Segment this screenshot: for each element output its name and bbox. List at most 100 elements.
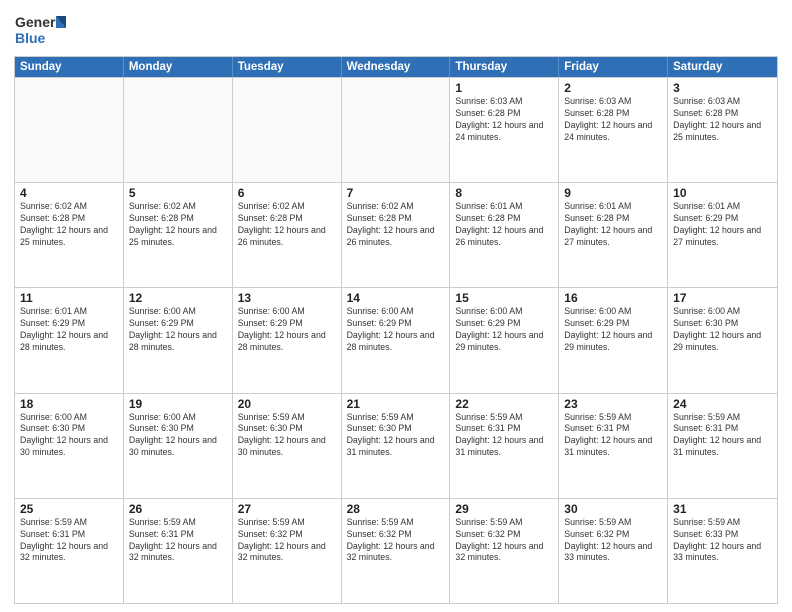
day-number: 13 <box>238 291 336 305</box>
day-number: 25 <box>20 502 118 516</box>
day-number: 19 <box>129 397 227 411</box>
calendar-cell: 3Sunrise: 6:03 AM Sunset: 6:28 PM Daylig… <box>668 78 777 182</box>
page: GeneralBlue SundayMondayTuesdayWednesday… <box>0 0 792 612</box>
calendar-cell: 23Sunrise: 5:59 AM Sunset: 6:31 PM Dayli… <box>559 394 668 498</box>
day-number: 8 <box>455 186 553 200</box>
day-detail: Sunrise: 6:02 AM Sunset: 6:28 PM Dayligh… <box>238 201 336 249</box>
day-detail: Sunrise: 6:03 AM Sunset: 6:28 PM Dayligh… <box>564 96 662 144</box>
day-number: 27 <box>238 502 336 516</box>
day-number: 10 <box>673 186 772 200</box>
calendar-cell: 31Sunrise: 5:59 AM Sunset: 6:33 PM Dayli… <box>668 499 777 603</box>
calendar-cell: 11Sunrise: 6:01 AM Sunset: 6:29 PM Dayli… <box>15 288 124 392</box>
day-detail: Sunrise: 5:59 AM Sunset: 6:30 PM Dayligh… <box>347 412 445 460</box>
day-detail: Sunrise: 5:59 AM Sunset: 6:31 PM Dayligh… <box>564 412 662 460</box>
calendar-cell: 10Sunrise: 6:01 AM Sunset: 6:29 PM Dayli… <box>668 183 777 287</box>
day-number: 21 <box>347 397 445 411</box>
day-detail: Sunrise: 5:59 AM Sunset: 6:32 PM Dayligh… <box>238 517 336 565</box>
week-row-5: 25Sunrise: 5:59 AM Sunset: 6:31 PM Dayli… <box>15 498 777 603</box>
week-row-2: 4Sunrise: 6:02 AM Sunset: 6:28 PM Daylig… <box>15 182 777 287</box>
day-detail: Sunrise: 6:02 AM Sunset: 6:28 PM Dayligh… <box>347 201 445 249</box>
day-number: 31 <box>673 502 772 516</box>
calendar-cell: 18Sunrise: 6:00 AM Sunset: 6:30 PM Dayli… <box>15 394 124 498</box>
header-cell-tuesday: Tuesday <box>233 57 342 77</box>
header-cell-thursday: Thursday <box>450 57 559 77</box>
day-detail: Sunrise: 6:00 AM Sunset: 6:29 PM Dayligh… <box>238 306 336 354</box>
day-detail: Sunrise: 6:00 AM Sunset: 6:29 PM Dayligh… <box>129 306 227 354</box>
calendar-body: 1Sunrise: 6:03 AM Sunset: 6:28 PM Daylig… <box>15 77 777 603</box>
day-detail: Sunrise: 6:03 AM Sunset: 6:28 PM Dayligh… <box>673 96 772 144</box>
day-number: 7 <box>347 186 445 200</box>
day-number: 9 <box>564 186 662 200</box>
day-detail: Sunrise: 5:59 AM Sunset: 6:32 PM Dayligh… <box>455 517 553 565</box>
calendar-cell <box>15 78 124 182</box>
day-detail: Sunrise: 6:00 AM Sunset: 6:29 PM Dayligh… <box>347 306 445 354</box>
day-detail: Sunrise: 5:59 AM Sunset: 6:30 PM Dayligh… <box>238 412 336 460</box>
calendar-cell: 22Sunrise: 5:59 AM Sunset: 6:31 PM Dayli… <box>450 394 559 498</box>
day-number: 5 <box>129 186 227 200</box>
header: GeneralBlue <box>14 10 778 50</box>
day-detail: Sunrise: 6:00 AM Sunset: 6:30 PM Dayligh… <box>20 412 118 460</box>
calendar-header: SundayMondayTuesdayWednesdayThursdayFrid… <box>15 57 777 77</box>
calendar-cell: 9Sunrise: 6:01 AM Sunset: 6:28 PM Daylig… <box>559 183 668 287</box>
calendar-cell: 6Sunrise: 6:02 AM Sunset: 6:28 PM Daylig… <box>233 183 342 287</box>
calendar-cell: 13Sunrise: 6:00 AM Sunset: 6:29 PM Dayli… <box>233 288 342 392</box>
day-number: 18 <box>20 397 118 411</box>
header-cell-friday: Friday <box>559 57 668 77</box>
header-cell-monday: Monday <box>124 57 233 77</box>
header-cell-wednesday: Wednesday <box>342 57 451 77</box>
day-detail: Sunrise: 6:00 AM Sunset: 6:29 PM Dayligh… <box>564 306 662 354</box>
week-row-4: 18Sunrise: 6:00 AM Sunset: 6:30 PM Dayli… <box>15 393 777 498</box>
calendar-cell: 20Sunrise: 5:59 AM Sunset: 6:30 PM Dayli… <box>233 394 342 498</box>
day-detail: Sunrise: 5:59 AM Sunset: 6:31 PM Dayligh… <box>673 412 772 460</box>
week-row-1: 1Sunrise: 6:03 AM Sunset: 6:28 PM Daylig… <box>15 77 777 182</box>
day-number: 29 <box>455 502 553 516</box>
day-number: 11 <box>20 291 118 305</box>
day-detail: Sunrise: 6:02 AM Sunset: 6:28 PM Dayligh… <box>129 201 227 249</box>
day-number: 4 <box>20 186 118 200</box>
calendar-cell: 8Sunrise: 6:01 AM Sunset: 6:28 PM Daylig… <box>450 183 559 287</box>
day-number: 15 <box>455 291 553 305</box>
svg-text:Blue: Blue <box>15 30 46 46</box>
day-detail: Sunrise: 6:00 AM Sunset: 6:30 PM Dayligh… <box>129 412 227 460</box>
day-detail: Sunrise: 6:01 AM Sunset: 6:28 PM Dayligh… <box>564 201 662 249</box>
calendar-cell: 7Sunrise: 6:02 AM Sunset: 6:28 PM Daylig… <box>342 183 451 287</box>
day-number: 2 <box>564 81 662 95</box>
logo-svg: GeneralBlue <box>14 10 66 50</box>
day-detail: Sunrise: 6:00 AM Sunset: 6:30 PM Dayligh… <box>673 306 772 354</box>
logo: GeneralBlue <box>14 10 66 50</box>
day-number: 17 <box>673 291 772 305</box>
day-detail: Sunrise: 6:00 AM Sunset: 6:29 PM Dayligh… <box>455 306 553 354</box>
day-number: 14 <box>347 291 445 305</box>
day-number: 28 <box>347 502 445 516</box>
day-number: 20 <box>238 397 336 411</box>
day-detail: Sunrise: 6:03 AM Sunset: 6:28 PM Dayligh… <box>455 96 553 144</box>
calendar-cell: 12Sunrise: 6:00 AM Sunset: 6:29 PM Dayli… <box>124 288 233 392</box>
calendar-cell: 29Sunrise: 5:59 AM Sunset: 6:32 PM Dayli… <box>450 499 559 603</box>
calendar-cell: 24Sunrise: 5:59 AM Sunset: 6:31 PM Dayli… <box>668 394 777 498</box>
day-number: 30 <box>564 502 662 516</box>
day-detail: Sunrise: 5:59 AM Sunset: 6:31 PM Dayligh… <box>455 412 553 460</box>
calendar-cell <box>233 78 342 182</box>
day-detail: Sunrise: 6:01 AM Sunset: 6:28 PM Dayligh… <box>455 201 553 249</box>
calendar-cell: 25Sunrise: 5:59 AM Sunset: 6:31 PM Dayli… <box>15 499 124 603</box>
day-detail: Sunrise: 5:59 AM Sunset: 6:31 PM Dayligh… <box>20 517 118 565</box>
day-number: 12 <box>129 291 227 305</box>
day-number: 22 <box>455 397 553 411</box>
calendar-cell: 15Sunrise: 6:00 AM Sunset: 6:29 PM Dayli… <box>450 288 559 392</box>
day-detail: Sunrise: 6:01 AM Sunset: 6:29 PM Dayligh… <box>673 201 772 249</box>
day-detail: Sunrise: 5:59 AM Sunset: 6:31 PM Dayligh… <box>129 517 227 565</box>
header-cell-sunday: Sunday <box>15 57 124 77</box>
calendar-cell: 4Sunrise: 6:02 AM Sunset: 6:28 PM Daylig… <box>15 183 124 287</box>
calendar-cell: 17Sunrise: 6:00 AM Sunset: 6:30 PM Dayli… <box>668 288 777 392</box>
calendar-cell: 26Sunrise: 5:59 AM Sunset: 6:31 PM Dayli… <box>124 499 233 603</box>
calendar-cell: 14Sunrise: 6:00 AM Sunset: 6:29 PM Dayli… <box>342 288 451 392</box>
day-number: 24 <box>673 397 772 411</box>
header-cell-saturday: Saturday <box>668 57 777 77</box>
day-number: 3 <box>673 81 772 95</box>
calendar-cell: 27Sunrise: 5:59 AM Sunset: 6:32 PM Dayli… <box>233 499 342 603</box>
day-number: 1 <box>455 81 553 95</box>
calendar-cell: 21Sunrise: 5:59 AM Sunset: 6:30 PM Dayli… <box>342 394 451 498</box>
calendar-cell: 5Sunrise: 6:02 AM Sunset: 6:28 PM Daylig… <box>124 183 233 287</box>
day-detail: Sunrise: 6:02 AM Sunset: 6:28 PM Dayligh… <box>20 201 118 249</box>
day-detail: Sunrise: 5:59 AM Sunset: 6:33 PM Dayligh… <box>673 517 772 565</box>
